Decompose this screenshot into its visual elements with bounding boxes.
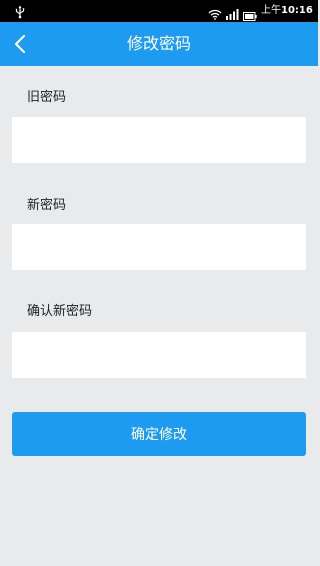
confirm-change-button[interactable]: 确定修改 [12,412,306,456]
page-title: 修改密码 [126,34,191,53]
usb-icon [14,4,26,19]
confirm-password-input[interactable] [12,332,306,378]
confirm-password-label: 确认新密码 [27,304,93,319]
battery-icon [243,6,257,21]
new-password-input[interactable] [12,224,306,270]
old-password-input[interactable] [12,117,306,163]
nav-bar: 修改密码 [0,22,318,66]
old-password-label: 旧密码 [27,90,67,105]
status-bar: 上午10:16 [0,0,318,22]
wifi-icon [208,5,222,20]
new-password-label: 新密码 [27,198,67,213]
status-time: 上午10:16 [261,5,313,16]
signal-icon [226,5,239,20]
